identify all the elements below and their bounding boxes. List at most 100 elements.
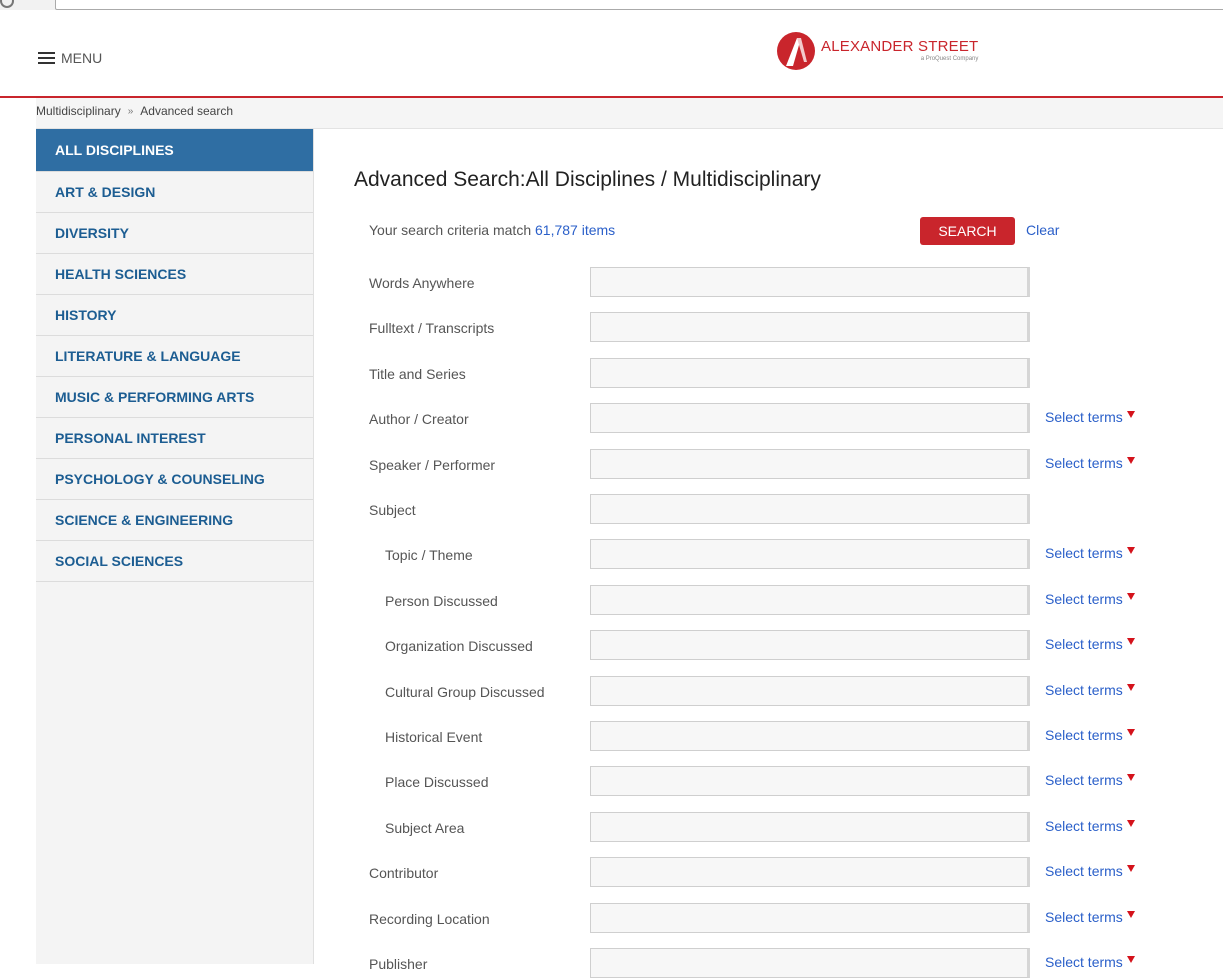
select-terms-label: Select terms (1045, 772, 1123, 788)
input-publisher[interactable] (590, 948, 1030, 978)
caret-down-icon (1126, 728, 1135, 736)
select-terms-label: Select terms (1045, 591, 1123, 607)
page-title: Advanced Search:All Disciplines / Multid… (354, 168, 821, 191)
menu-button[interactable]: MENU (38, 50, 102, 66)
field-label-words-anywhere: Words Anywhere (369, 275, 475, 291)
sidebar-item-science-and-engineering[interactable]: SCIENCE & ENGINEERING (36, 500, 313, 541)
field-label-recording-location: Recording Location (369, 911, 490, 927)
select-terms-place-discussed[interactable]: Select terms (1045, 772, 1135, 788)
sidebar-item-art-and-design[interactable]: ART & DESIGN (36, 172, 313, 213)
input-recording-location[interactable] (590, 903, 1030, 933)
caret-down-icon (1126, 592, 1135, 600)
field-row-subject: Subject (369, 494, 1214, 524)
breadcrumb-multidisciplinary[interactable]: Multidisciplinary (36, 104, 121, 118)
field-row-contributor: Contributor Select terms (369, 857, 1214, 887)
input-subject-area[interactable] (590, 812, 1030, 842)
sidebar-item-psychology-and-counseling[interactable]: PSYCHOLOGY & COUNSELING (36, 459, 313, 500)
select-terms-historical-event[interactable]: Select terms (1045, 727, 1135, 743)
field-row-words-anywhere: Words Anywhere (369, 267, 1214, 297)
caret-down-icon (1126, 955, 1135, 963)
select-terms-recording-location[interactable]: Select terms (1045, 909, 1135, 925)
field-label-title-and-series: Title and Series (369, 366, 466, 382)
field-row-title-and-series: Title and Series (369, 358, 1214, 388)
field-row-historical-event: Historical Event Select terms (369, 721, 1214, 751)
field-row-recording-location: Recording Location Select terms (369, 903, 1214, 933)
select-terms-speaker-performer[interactable]: Select terms (1045, 455, 1135, 471)
sidebar-item-history[interactable]: HISTORY (36, 295, 313, 336)
field-label-publisher: Publisher (369, 956, 428, 972)
caret-down-icon (1126, 637, 1135, 645)
criteria-count-link[interactable]: 61,787 items (535, 222, 615, 238)
logo-a-icon (777, 32, 815, 70)
search-button[interactable]: SEARCH (920, 217, 1015, 245)
select-terms-author-creator[interactable]: Select terms (1045, 409, 1135, 425)
select-terms-label: Select terms (1045, 409, 1123, 425)
select-terms-subject-area[interactable]: Select terms (1045, 818, 1135, 834)
alexander-street-logo[interactable]: ALEXANDER STREET a ProQuest Company (777, 32, 978, 70)
breadcrumb: Multidisciplinary » Advanced search (36, 104, 233, 118)
select-terms-contributor[interactable]: Select terms (1045, 863, 1135, 879)
select-terms-label: Select terms (1045, 863, 1123, 879)
logo-name: ALEXANDER STREET (821, 38, 979, 55)
caret-down-icon (1126, 864, 1135, 872)
field-label-author-creator: Author / Creator (369, 411, 469, 427)
breadcrumb-separator: » (127, 105, 134, 117)
select-terms-person-discussed[interactable]: Select terms (1045, 591, 1135, 607)
field-row-speaker-performer: Speaker / Performer Select terms (369, 449, 1214, 479)
field-row-organization-discussed: Organization Discussed Select terms (369, 630, 1214, 660)
input-author-creator[interactable] (590, 403, 1030, 433)
select-terms-cultural-group-discussed[interactable]: Select terms (1045, 682, 1135, 698)
sidebar-item-literature-and-language[interactable]: LITERATURE & LANGUAGE (36, 336, 313, 377)
logo-subtitle: a ProQuest Company (920, 56, 979, 62)
field-row-topic-theme: Topic / Theme Select terms (369, 539, 1214, 569)
input-contributor[interactable] (590, 857, 1030, 887)
sidebar-item-music-and-performing-arts[interactable]: MUSIC & PERFORMING ARTS (36, 377, 313, 418)
select-terms-publisher[interactable]: Select terms (1045, 954, 1135, 970)
field-row-person-discussed: Person Discussed Select terms (369, 585, 1214, 615)
url-field[interactable] (55, 0, 1223, 10)
discipline-sidebar: ALL DISCIPLINES ART & DESIGN DIVERSITY HEAL… (36, 129, 314, 964)
input-fulltext-transcripts[interactable] (590, 312, 1030, 342)
caret-down-icon (1126, 546, 1135, 554)
select-terms-label: Select terms (1045, 727, 1123, 743)
sidebar-item-all-disciplines[interactable]: ALL DISCIPLINES (36, 129, 313, 172)
input-topic-theme[interactable] (590, 539, 1030, 569)
select-terms-organization-discussed[interactable]: Select terms (1045, 636, 1135, 652)
clear-link[interactable]: Clear (1026, 222, 1059, 238)
menu-label: MENU (61, 50, 103, 66)
sidebar-item-health-sciences[interactable]: HEALTH SCIENCES (36, 254, 313, 295)
reload-icon[interactable] (0, 0, 14, 8)
sidebar-item-personal-interest[interactable]: PERSONAL INTEREST (36, 418, 313, 459)
input-subject[interactable] (590, 494, 1030, 524)
input-words-anywhere[interactable] (590, 267, 1030, 297)
input-title-and-series[interactable] (590, 358, 1030, 388)
select-terms-label: Select terms (1045, 954, 1123, 970)
field-label-subject: Subject (369, 502, 416, 518)
field-label-place-discussed: Place Discussed (385, 774, 489, 790)
select-terms-label: Select terms (1045, 909, 1123, 925)
field-label-organization-discussed: Organization Discussed (385, 638, 533, 654)
caret-down-icon (1126, 456, 1135, 464)
caret-down-icon (1126, 819, 1135, 827)
input-person-discussed[interactable] (590, 585, 1030, 615)
field-row-place-discussed: Place Discussed Select terms (369, 766, 1214, 796)
input-cultural-group-discussed[interactable] (590, 676, 1030, 706)
input-speaker-performer[interactable] (590, 449, 1030, 479)
input-place-discussed[interactable] (590, 766, 1030, 796)
select-terms-label: Select terms (1045, 682, 1123, 698)
select-terms-label: Select terms (1045, 636, 1123, 652)
input-historical-event[interactable] (590, 721, 1030, 751)
select-terms-topic-theme[interactable]: Select terms (1045, 545, 1135, 561)
caret-down-icon (1126, 910, 1135, 918)
field-label-speaker-performer: Speaker / Performer (369, 457, 496, 473)
field-label-fulltext-transcripts: Fulltext / Transcripts (369, 320, 495, 336)
input-organization-discussed[interactable] (590, 630, 1030, 660)
advanced-search-panel: Advanced Search:All Disciplines / Multid… (354, 168, 1214, 978)
field-row-author-creator: Author / Creator Select terms (369, 403, 1214, 433)
field-row-cultural-group-discussed: Cultural Group Discussed Select terms (369, 676, 1214, 706)
caret-down-icon (1126, 410, 1135, 418)
field-label-subject-area: Subject Area (385, 820, 465, 836)
hamburger-icon (38, 51, 55, 65)
sidebar-item-social-sciences[interactable]: SOCIAL SCIENCES (36, 541, 313, 582)
sidebar-item-diversity[interactable]: DIVERSITY (36, 213, 313, 254)
